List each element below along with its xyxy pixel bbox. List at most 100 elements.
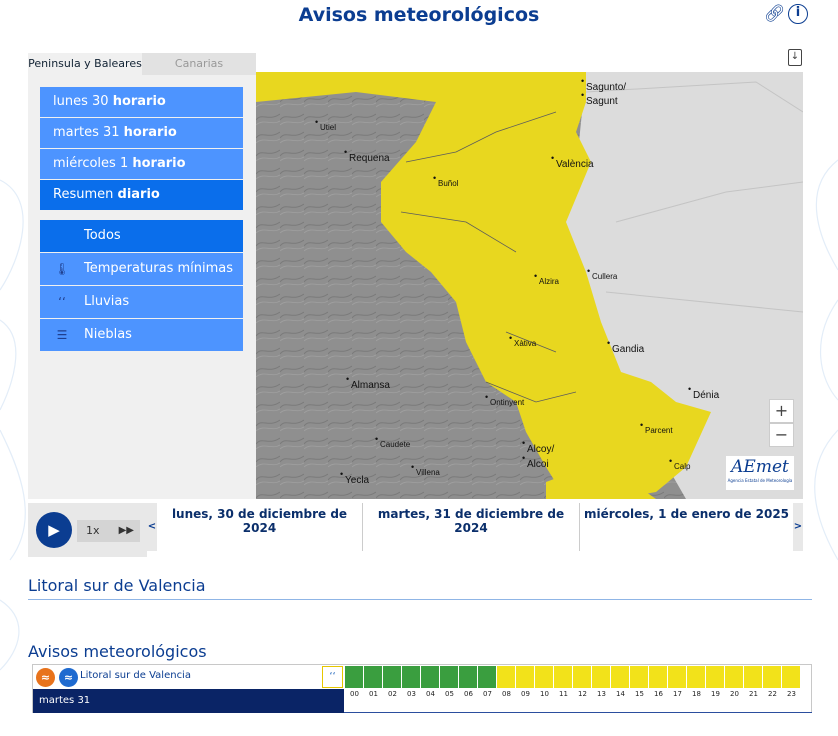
day-item-lunes[interactable]: lunes 30 horario [40, 87, 243, 117]
hour-level-cell [668, 666, 687, 688]
hour-level-cell [459, 666, 478, 688]
warning-map[interactable]: Sagunto/ Sagunt Utiel Requena València B… [256, 72, 803, 499]
fast-forward-icon[interactable]: ▶▶ [119, 520, 134, 542]
timeline-day[interactable]: martes, 31 de diciembre de 2024 [363, 503, 580, 551]
rss-icon[interactable]: ≈ [59, 668, 78, 687]
hour-label: 16 [654, 690, 663, 698]
hour-level-cell [440, 666, 459, 688]
hour-level-cell [497, 666, 516, 688]
rain-icon: ‘‘ [322, 666, 343, 688]
animation-player: ▶ 1x ▶▶ [28, 503, 147, 557]
hour-labels: 00 01 02 03 04 05 06 07 08 09 10 11 12 13 14 15 16 17 18 19… [345, 690, 801, 698]
region-tabs: Peninsula y Baleares Canarias [28, 53, 256, 75]
play-button[interactable]: ▶ [36, 512, 72, 548]
city-label: Yecla [340, 469, 369, 486]
city-label: València [551, 153, 594, 170]
type-item-lluvias[interactable]: ‘‘ Lluvias [40, 286, 243, 318]
logo-subtext: Agencia Estatal de Meteorología [727, 478, 793, 483]
hour-level-cell [364, 666, 383, 688]
day-item-martes[interactable]: martes 31 horario [40, 118, 243, 148]
city-label: Alcoy/ [522, 438, 554, 455]
hour-level-cell [345, 666, 364, 688]
speed-control[interactable]: 1x ▶▶ [77, 520, 140, 542]
warnings-title: Avisos meteorológicos [28, 642, 207, 661]
divider [344, 712, 812, 713]
hour-level-cell [706, 666, 725, 688]
day-item-resumen[interactable]: Resumen diario [40, 180, 243, 210]
hour-level-cell [402, 666, 421, 688]
hour-level-cell [611, 666, 630, 688]
warning-day: martes 31 [33, 689, 344, 713]
hour-level-cell [744, 666, 763, 688]
day-mode: horario [132, 156, 186, 171]
city-label: Parcent [640, 420, 673, 435]
hour-level-cell [554, 666, 573, 688]
type-item-todos[interactable]: Todos [40, 220, 243, 252]
hour-level-cell [763, 666, 782, 688]
hour-label: 02 [388, 690, 397, 698]
fog-icon: ☰ [56, 328, 68, 342]
type-label: Nieblas [84, 327, 132, 342]
timeline-day[interactable]: miércoles, 1 de enero de 2025 [580, 503, 793, 551]
hour-level-cell [573, 666, 592, 688]
thermometer-icon: 🌡︎ [54, 262, 70, 276]
type-item-nieblas[interactable]: ☰ Nieblas [40, 319, 243, 351]
hour-level-cell [592, 666, 611, 688]
timeline-day[interactable]: lunes, 30 de diciembre de 2024 [157, 503, 363, 551]
type-label: Temperaturas mínimas [84, 261, 234, 276]
warnings-table: ≈ ≈ Litoral sur de Valencia ‘‘ 00 01 02 03 0… [32, 664, 812, 713]
page-title: Avisos meteorológicos [298, 4, 540, 26]
aemet-logo: AEmet Agencia Estatal de Meteorología [726, 456, 794, 490]
city-label: Calp [669, 456, 691, 471]
link-icon[interactable]: 🔗︎ [764, 4, 786, 24]
timeline-prev-button[interactable]: < [147, 503, 157, 551]
tab-peninsula[interactable]: Peninsula y Baleares [28, 53, 142, 75]
type-item-temperaturas[interactable]: 🌡︎ Temperaturas mínimas [40, 253, 243, 285]
city-label: Villena [411, 462, 440, 477]
city-label: Caudete [375, 434, 410, 449]
hour-level-cell [649, 666, 668, 688]
hour-label: 17 [673, 690, 682, 698]
zone-title: Litoral sur de Valencia [28, 576, 206, 595]
city-label: Gandia [607, 338, 644, 355]
day-mode: diario [117, 187, 160, 202]
city-label: Sagunt [581, 90, 618, 107]
tab-canarias[interactable]: Canarias [142, 53, 256, 75]
hour-label: 19 [711, 690, 720, 698]
day-item-miercoles[interactable]: miércoles 1 horario [40, 149, 243, 179]
hour-level-cell [687, 666, 706, 688]
hour-label: 09 [521, 690, 530, 698]
day-label: miércoles 1 [53, 156, 129, 171]
hour-label: 03 [407, 690, 416, 698]
left-panel: Peninsula y Baleares Canarias lunes 30 h… [28, 53, 256, 499]
timeline-next-button[interactable]: > [793, 503, 803, 551]
hour-label: 14 [616, 690, 625, 698]
day-mode: horario [112, 94, 166, 109]
zoom-out-button[interactable]: − [769, 423, 794, 447]
info-icon[interactable]: i [788, 4, 808, 24]
hourly-levels [345, 666, 801, 688]
download-icon[interactable]: ↓ [788, 49, 802, 66]
city-label: Dénia [688, 384, 719, 401]
city-label: Xàtiva [509, 333, 536, 348]
hour-label: 23 [787, 690, 796, 698]
type-label: Todos [84, 228, 121, 243]
day-label: Resumen [53, 187, 114, 202]
speed-value: 1x [86, 524, 100, 537]
hour-label: 04 [426, 690, 435, 698]
hour-label: 13 [597, 690, 606, 698]
day-mode: horario [123, 125, 177, 140]
hour-label: 15 [635, 690, 644, 698]
hour-level-cell [535, 666, 554, 688]
hour-level-cell [630, 666, 649, 688]
hour-label: 22 [768, 690, 777, 698]
city-label: Alcoi [522, 453, 549, 470]
hour-label: 07 [483, 690, 492, 698]
zoom-in-button[interactable]: + [769, 399, 794, 423]
hour-level-cell [383, 666, 402, 688]
hour-label: 01 [369, 690, 378, 698]
warning-zone-link[interactable]: Litoral sur de Valencia [80, 670, 191, 681]
day-list: lunes 30 horario martes 31 horario miérc… [40, 87, 243, 211]
rss-icon[interactable]: ≈ [36, 668, 55, 687]
day-label: martes 31 [53, 125, 120, 140]
